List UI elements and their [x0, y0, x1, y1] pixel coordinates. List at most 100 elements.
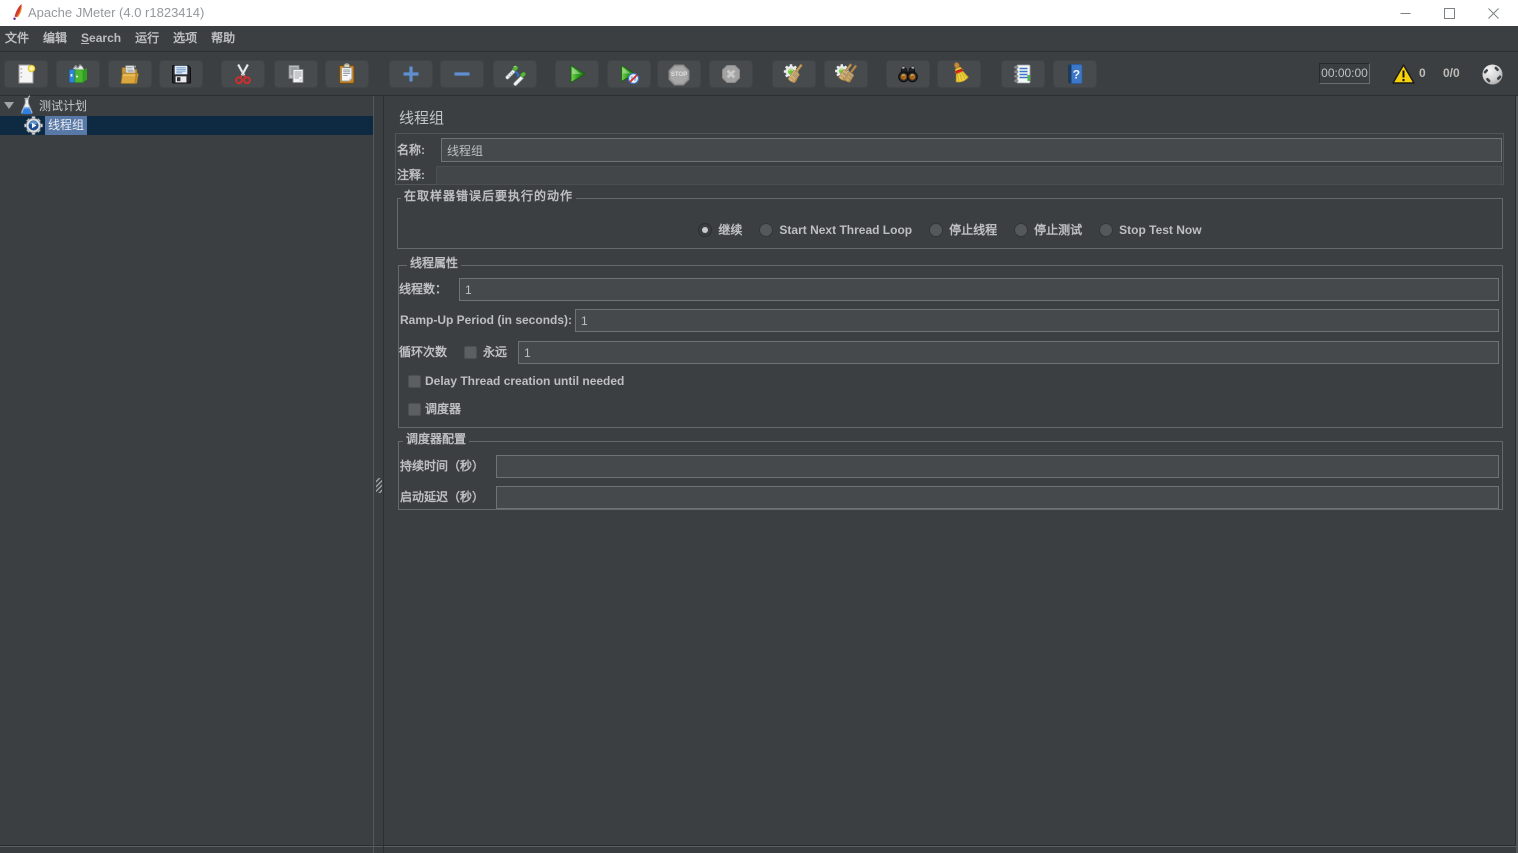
- radio-option-stop-thread[interactable]: 停止线程: [929, 221, 997, 238]
- search-button[interactable]: [886, 60, 930, 88]
- startup-delay-input[interactable]: [496, 486, 1499, 509]
- stop-icon: STOP: [667, 62, 691, 86]
- menu-bar: 文件 编辑 Search 运行 选项 帮助: [0, 26, 1518, 52]
- rampup-label: Ramp-Up Period (in seconds):: [400, 309, 572, 332]
- name-label: 名称:: [397, 138, 425, 162]
- tree-item-label[interactable]: 线程组: [45, 116, 87, 135]
- title-bar: Apache JMeter (4.0 r1823414): [0, 0, 1518, 26]
- remote-indicator-icon: [1482, 64, 1503, 85]
- name-input[interactable]: [441, 138, 1502, 162]
- test-plan-tree: 测试计划 线程组: [0, 96, 373, 853]
- help-icon: ?: [1063, 62, 1087, 86]
- toolbar: STOP: [0, 52, 1518, 96]
- menu-options[interactable]: 选项: [172, 26, 198, 51]
- rampup-input[interactable]: [575, 309, 1499, 332]
- shutdown-icon: [719, 62, 743, 86]
- menu-run[interactable]: 运行: [134, 26, 160, 51]
- tree-item-test-plan[interactable]: 测试计划: [0, 97, 373, 116]
- start-button[interactable]: [555, 60, 599, 88]
- clear-icon: [782, 62, 806, 86]
- active-total-threads: 0/0: [1443, 63, 1460, 84]
- radio-option-start-next-loop[interactable]: Start Next Thread Loop: [759, 223, 912, 237]
- clear-all-icon: [834, 62, 858, 86]
- stop-button[interactable]: STOP: [657, 60, 701, 88]
- splitter-grip[interactable]: [376, 478, 382, 493]
- duration-input[interactable]: [496, 455, 1499, 478]
- clear-button[interactable]: [772, 60, 816, 88]
- num-threads-input[interactable]: [459, 278, 1499, 301]
- help-button[interactable]: ?: [1053, 60, 1097, 88]
- menu-file[interactable]: 文件: [4, 26, 30, 51]
- search-reset-icon: [947, 62, 971, 86]
- bottom-strip: [0, 847, 1518, 853]
- error-action-group-title: 在取样器错误后要执行的动作: [401, 189, 576, 203]
- delay-thread-creation-checkbox[interactable]: [408, 375, 421, 388]
- radio-option-stop-test[interactable]: 停止测试: [1014, 221, 1082, 238]
- paste-button[interactable]: [325, 60, 369, 88]
- copy-button[interactable]: [274, 60, 318, 88]
- minimize-button[interactable]: [1386, 0, 1424, 26]
- save-icon: [169, 62, 193, 86]
- warning-triangle-icon[interactable]: [1392, 64, 1415, 84]
- search-reset-button[interactable]: [937, 60, 981, 88]
- menu-edit[interactable]: 编辑: [42, 26, 68, 51]
- scheduler-checkbox[interactable]: [408, 403, 421, 416]
- shutdown-button[interactable]: [709, 60, 753, 88]
- svg-text:STOP: STOP: [671, 72, 687, 78]
- test-plan-flask-icon: [20, 95, 34, 116]
- expand-collapse-arrow-icon[interactable]: [4, 102, 14, 109]
- error-action-radio-row: 继续 Start Next Thread Loop 停止线程 停止测试 Stop…: [398, 221, 1502, 238]
- radio-option-continue[interactable]: 继续: [698, 221, 742, 238]
- function-helper-button[interactable]: [1001, 60, 1045, 88]
- tree-item-thread-group[interactable]: 线程组: [0, 116, 373, 135]
- open-folder-button[interactable]: [108, 60, 152, 88]
- add-button[interactable]: [389, 60, 433, 88]
- remove-button[interactable]: [440, 60, 484, 88]
- delay-thread-creation-label: Delay Thread creation until needed: [425, 368, 624, 395]
- thread-group-gear-icon: [24, 116, 43, 135]
- tree-panel-divider-line: [373, 96, 374, 853]
- radio-icon[interactable]: [759, 223, 773, 237]
- radio-icon[interactable]: [1014, 223, 1028, 237]
- remove-icon: [450, 62, 474, 86]
- add-icon: [399, 62, 423, 86]
- start-no-pauses-button[interactable]: [607, 60, 651, 88]
- new-file-icon: [14, 62, 38, 86]
- save-button[interactable]: [159, 60, 203, 88]
- error-warning-count[interactable]: 0: [1419, 63, 1426, 84]
- tree-item-label[interactable]: 测试计划: [39, 97, 87, 116]
- cut-icon: [231, 62, 255, 86]
- toggle-button[interactable]: [493, 60, 537, 88]
- thread-group-config-panel: 线程组 名称: 注释: 在取样器错误后要执行的动作 继续 Start Next …: [384, 96, 1518, 853]
- close-button[interactable]: [1474, 0, 1512, 26]
- start-no-pauses-icon: [617, 62, 641, 86]
- paste-icon: [335, 62, 359, 86]
- scheduler-config-group-title: 调度器配置: [403, 432, 469, 446]
- duration-label: 持续时间（秒）: [400, 455, 484, 478]
- menu-help[interactable]: 帮助: [210, 26, 236, 51]
- startup-delay-label: 启动延迟（秒）: [400, 486, 484, 509]
- maximize-button[interactable]: [1430, 0, 1468, 26]
- new-file-button[interactable]: [4, 60, 48, 88]
- bottom-border-line: [0, 846, 1517, 847]
- cut-button[interactable]: [221, 60, 265, 88]
- jmeter-feather-icon: [10, 3, 24, 23]
- main-panel-divider-line: [383, 96, 384, 853]
- radio-option-stop-test-now[interactable]: Stop Test Now: [1099, 223, 1201, 237]
- clear-all-button[interactable]: [824, 60, 868, 88]
- thread-properties-group-title: 线程属性: [407, 256, 461, 270]
- scheduler-label: 调度器: [425, 396, 461, 423]
- radio-icon[interactable]: [698, 223, 712, 237]
- loop-count-input[interactable]: [518, 341, 1499, 364]
- window-title: Apache JMeter (4.0 r1823414): [28, 0, 204, 26]
- content-area: 测试计划 线程组 线程组: [0, 96, 1518, 853]
- search-icon: [896, 62, 920, 86]
- comment-label: 注释:: [397, 166, 425, 185]
- copy-icon: [284, 62, 308, 86]
- templates-button[interactable]: [56, 60, 100, 88]
- radio-icon[interactable]: [1099, 223, 1113, 237]
- menu-search[interactable]: Search: [80, 26, 122, 51]
- comment-input[interactable]: [436, 166, 1502, 185]
- forever-checkbox[interactable]: [464, 346, 477, 359]
- radio-icon[interactable]: [929, 223, 943, 237]
